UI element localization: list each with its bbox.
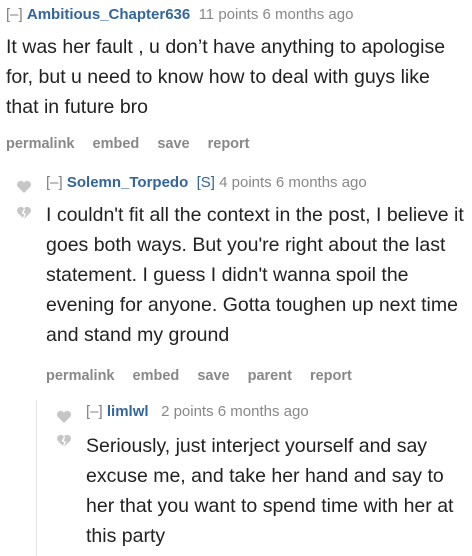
permalink-button[interactable]: permalink bbox=[46, 368, 115, 384]
score: 2 points bbox=[161, 403, 214, 420]
collapse-toggle[interactable]: [–] bbox=[86, 403, 103, 420]
author-link[interactable]: Ambitious_Chapter636 bbox=[27, 6, 190, 23]
timestamp: 6 months ago bbox=[275, 174, 367, 191]
save-button[interactable]: save bbox=[157, 136, 189, 152]
embed-button[interactable]: embed bbox=[133, 368, 180, 384]
embed-button[interactable]: embed bbox=[93, 136, 140, 152]
score: 4 points bbox=[219, 174, 272, 191]
comment-2-actions: permalink embed save parent report bbox=[46, 368, 366, 384]
author-link[interactable]: limlwl bbox=[107, 403, 149, 420]
parent-button[interactable]: parent bbox=[248, 368, 292, 384]
collapse-toggle[interactable]: [–] bbox=[46, 174, 63, 191]
heart-up-icon[interactable] bbox=[56, 410, 72, 424]
comment-3-body: Seriously, just interject yourself and s… bbox=[86, 435, 454, 547]
score: 11 points bbox=[198, 6, 259, 23]
comment-2-body: I couldn't fit all the context in the po… bbox=[46, 204, 464, 346]
comment-3-meta: [–] limlwl 2 points 6 months ago bbox=[86, 403, 309, 420]
collapse-toggle[interactable]: [–] bbox=[6, 6, 23, 23]
report-button[interactable]: report bbox=[310, 368, 352, 384]
timestamp: 6 months ago bbox=[217, 403, 309, 420]
comment-1-body: It was her fault , u don’t have anything… bbox=[6, 36, 446, 118]
heart-down-icon[interactable] bbox=[16, 206, 32, 220]
comment-1-actions: permalink embed save report bbox=[6, 136, 264, 152]
comment-2-meta: [–] Solemn_Torpedo [S] 4 points 6 months… bbox=[46, 174, 367, 191]
heart-up-icon[interactable] bbox=[16, 180, 32, 194]
comment-1-meta: [–] Ambitious_Chapter636 11 points 6 mon… bbox=[6, 6, 353, 23]
permalink-button[interactable]: permalink bbox=[6, 136, 75, 152]
submitter-badge[interactable]: [S] bbox=[197, 174, 215, 191]
author-link[interactable]: Solemn_Torpedo bbox=[67, 174, 188, 191]
save-button[interactable]: save bbox=[197, 368, 229, 384]
heart-down-icon[interactable] bbox=[56, 434, 72, 448]
timestamp: 6 months ago bbox=[262, 6, 354, 23]
report-button[interactable]: report bbox=[208, 136, 250, 152]
thread-indent-line[interactable] bbox=[36, 400, 37, 556]
